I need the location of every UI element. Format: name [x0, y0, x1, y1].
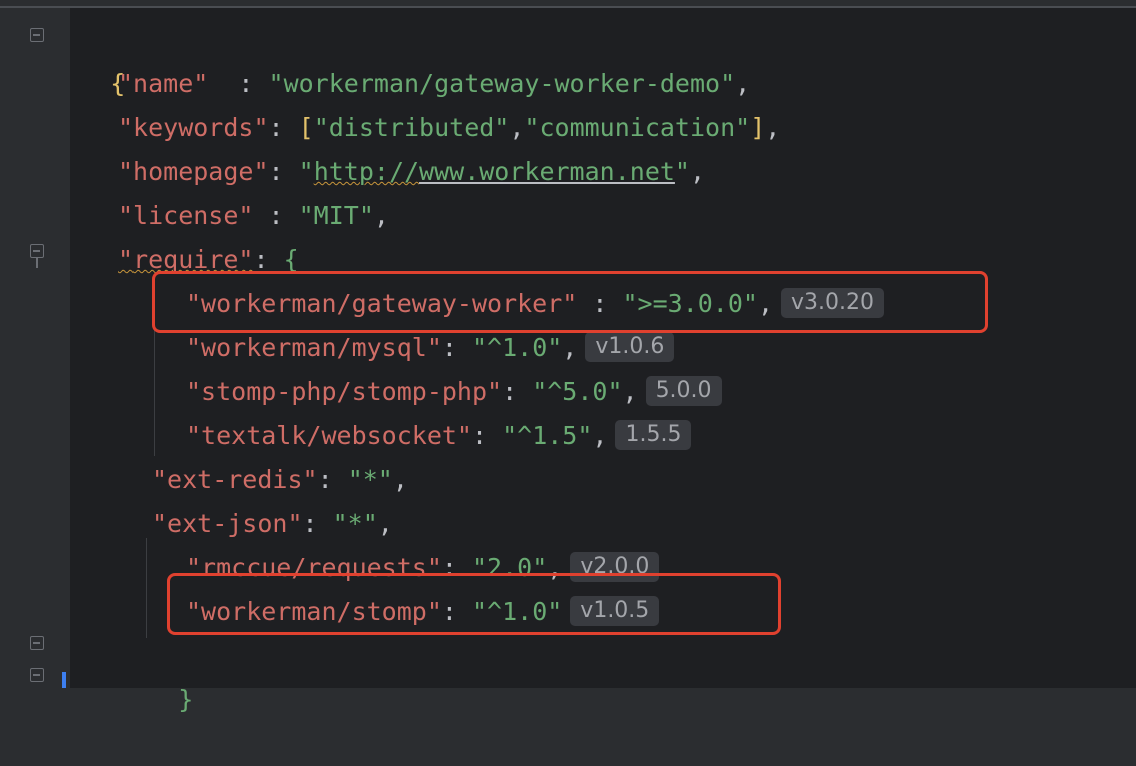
code-line: "keywords": ["distributed","communicatio… — [118, 113, 781, 142]
highlight-box — [167, 573, 781, 635]
json-value: "^1.5" — [502, 421, 593, 450]
json-value: "communication" — [524, 113, 751, 142]
text-caret — [62, 672, 66, 688]
json-key: "workerman/mysql" — [186, 333, 442, 362]
fold-icon[interactable] — [30, 28, 44, 42]
json-key: require — [133, 245, 239, 274]
url-link[interactable]: http:// — [314, 157, 419, 186]
close-brace: } — [178, 685, 194, 714]
json-key: "ext-redis" — [152, 465, 318, 494]
json-value: "*" — [332, 509, 378, 538]
code-line: "license" : "MIT", — [118, 201, 389, 230]
version-hint: 5.0.0 — [645, 376, 722, 406]
fold-end-icon[interactable] — [30, 636, 44, 650]
code-line: "name" : "workerman/gateway-worker-demo"… — [118, 69, 751, 98]
json-value: "^1.0" — [471, 333, 563, 362]
fold-end-icon — [36, 258, 38, 268]
json-key: "ext-json" — [152, 509, 303, 538]
json-value: "workerman/gateway-worker-demo" — [268, 69, 736, 98]
code-line: { — [50, 18, 125, 98]
fold-icon[interactable] — [30, 244, 44, 258]
fold-end-icon[interactable] — [30, 668, 44, 682]
json-value: "MIT" — [298, 201, 374, 230]
json-value: "^5.0" — [532, 377, 623, 406]
code-line: "ext-json": "*", — [152, 509, 393, 538]
json-key: "stomp-php/stomp-php" — [186, 377, 503, 406]
code-line: "homepage": "http://www.workerman.net", — [118, 157, 706, 186]
code-line: } — [118, 634, 193, 714]
json-value: "*" — [347, 465, 393, 494]
code-line: "ext-redis": "*", — [152, 465, 408, 494]
json-key: "name" — [118, 69, 209, 98]
json-key: "homepage" — [118, 157, 269, 186]
code-editor[interactable]: { "name" : "workerman/gateway-worker-dem… — [70, 8, 1136, 714]
json-key: "keywords" — [118, 113, 269, 142]
code-line: "stomp-php/stomp-php": "^5.0", 5.0.0 — [186, 370, 722, 414]
json-key: "textalk/websocket" — [186, 421, 472, 450]
highlight-box — [152, 271, 988, 333]
code-line: "textalk/websocket": "^1.5", 1.5.5 — [186, 414, 692, 458]
json-key: "license" — [118, 201, 254, 230]
indent-guide — [146, 538, 147, 638]
version-hint: 1.5.5 — [615, 420, 692, 450]
url-link[interactable]: www.workerman.net — [419, 157, 675, 186]
version-hint: v1.0.6 — [585, 332, 675, 362]
json-value: "distributed" — [313, 113, 510, 142]
